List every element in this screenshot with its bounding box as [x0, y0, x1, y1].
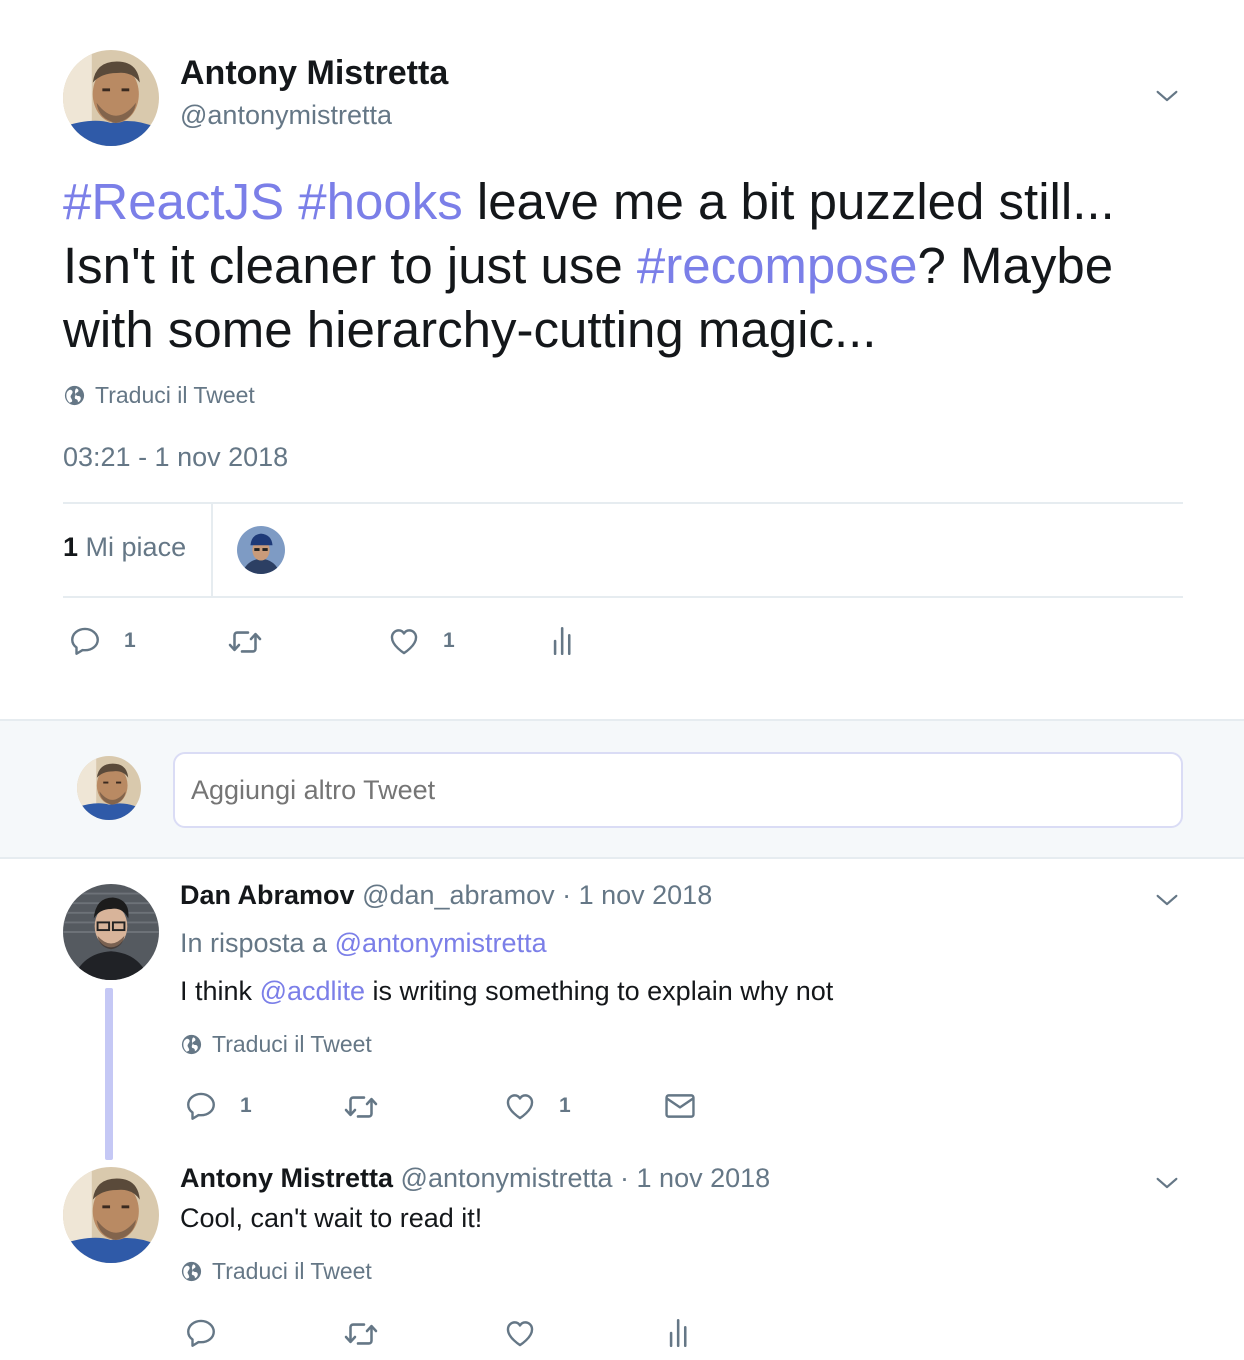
- heart-icon: [503, 1089, 537, 1123]
- translate-tweet-link[interactable]: Traduci il Tweet: [63, 382, 255, 409]
- direct-message-button[interactable]: [663, 1089, 697, 1123]
- author-handle[interactable]: @antonymistretta: [180, 100, 392, 131]
- globe-icon: [63, 384, 86, 407]
- reply2-reply-button[interactable]: [184, 1316, 218, 1350]
- liker-avatar-image: [237, 526, 285, 574]
- compose-input[interactable]: [173, 752, 1183, 828]
- reply-icon: [68, 624, 102, 658]
- analytics-icon: [548, 624, 582, 658]
- hashtag-link[interactable]: #ReactJS: [63, 173, 284, 230]
- reply2-text: Cool, can't wait to read it!: [180, 1203, 483, 1233]
- like-button[interactable]: 1: [387, 624, 455, 658]
- reply-text-before: I think: [180, 976, 253, 1006]
- reply-text: I think @acdlite is writing something to…: [180, 976, 833, 1007]
- globe-icon: [180, 1260, 203, 1283]
- reply2-author-handle[interactable]: @antonymistretta: [401, 1163, 613, 1193]
- reply2-header: Antony Mistretta @antonymistretta · 1 no…: [180, 1163, 770, 1194]
- likes-count: 1: [63, 532, 79, 562]
- likes-summary[interactable]: 1 Mi piace: [63, 532, 186, 563]
- tweet-timestamp[interactable]: 03:21 - 1 nov 2018: [63, 442, 288, 473]
- reply-author-name[interactable]: Dan Abramov: [180, 880, 355, 910]
- reply-header: Dan Abramov @dan_abramov · 1 nov 2018: [180, 880, 712, 911]
- retweet-icon: [343, 1089, 379, 1125]
- hashtag-link[interactable]: #hooks: [298, 173, 462, 230]
- compose-avatar-image: [77, 756, 141, 820]
- in-reply-prefix: In risposta a: [180, 928, 328, 958]
- heart-icon: [387, 624, 421, 658]
- thread-line: [105, 988, 113, 1160]
- reply-icon: [184, 1316, 218, 1350]
- heart-icon: [503, 1316, 537, 1350]
- reply2-analytics-button[interactable]: [664, 1316, 698, 1350]
- reply-reply-count: 1: [240, 1094, 252, 1117]
- author-name[interactable]: Antony Mistretta: [180, 54, 448, 93]
- stats-divider: [211, 504, 213, 596]
- analytics-button[interactable]: [548, 624, 582, 658]
- reply-button[interactable]: 1: [68, 624, 136, 658]
- translate-label: Traduci il Tweet: [212, 1031, 372, 1057]
- author-avatar[interactable]: [63, 50, 159, 146]
- reply2-like-button[interactable]: [503, 1316, 537, 1350]
- likes-label: Mi piace: [85, 532, 187, 562]
- liker-avatar[interactable]: [237, 526, 285, 574]
- divider: [63, 596, 1183, 598]
- analytics-icon: [664, 1316, 698, 1350]
- translate-label: Traduci il Tweet: [95, 382, 255, 408]
- reply2-date[interactable]: · 1 nov 2018: [620, 1163, 770, 1193]
- reply2-author-avatar[interactable]: [63, 1167, 159, 1263]
- reply-like-count: 1: [559, 1094, 571, 1117]
- compose-avatar[interactable]: [77, 756, 141, 820]
- tweet-text: #ReactJS #hooks leave me a bit puzzled s…: [63, 170, 1203, 362]
- in-reply-handle-link[interactable]: @antonymistretta: [335, 928, 547, 958]
- reply2-author-name[interactable]: Antony Mistretta: [180, 1163, 393, 1193]
- reply-icon: [184, 1089, 218, 1123]
- reply-author-handle[interactable]: @dan_abramov: [362, 880, 555, 910]
- mail-icon: [663, 1089, 697, 1123]
- translate-reply-link[interactable]: Traduci il Tweet: [180, 1031, 372, 1058]
- retweet-icon: [343, 1316, 379, 1352]
- in-reply-to: In risposta a @antonymistretta: [180, 928, 547, 959]
- reply-options-chevron-icon[interactable]: [1153, 886, 1181, 919]
- globe-icon: [180, 1033, 203, 1056]
- reply-count: 1: [124, 629, 136, 652]
- like-count: 1: [443, 629, 455, 652]
- translate-label: Traduci il Tweet: [212, 1258, 372, 1284]
- tweet-text-segment: [284, 173, 298, 230]
- hashtag-link[interactable]: #recompose: [637, 237, 918, 294]
- tweet-options-chevron-icon[interactable]: [1153, 82, 1181, 115]
- reply-avatar-image: [63, 884, 159, 980]
- reply2-retweet-button[interactable]: [343, 1316, 379, 1352]
- reply-date[interactable]: · 1 nov 2018: [562, 880, 712, 910]
- avatar-image: [63, 50, 159, 146]
- translate-reply2-link[interactable]: Traduci il Tweet: [180, 1258, 372, 1285]
- reply2-avatar-image: [63, 1167, 159, 1263]
- reply2-options-chevron-icon[interactable]: [1153, 1169, 1181, 1202]
- reply-text-after: is writing something to explain why not: [372, 976, 834, 1006]
- mention-link[interactable]: @acdlite: [260, 976, 365, 1006]
- reply-reply-button[interactable]: 1: [184, 1089, 252, 1123]
- reply-author-avatar[interactable]: [63, 884, 159, 980]
- reply-like-button[interactable]: 1: [503, 1089, 571, 1123]
- reply-retweet-button[interactable]: [343, 1089, 379, 1125]
- retweet-button[interactable]: [227, 624, 263, 660]
- retweet-icon: [227, 624, 263, 660]
- divider: [63, 502, 1183, 504]
